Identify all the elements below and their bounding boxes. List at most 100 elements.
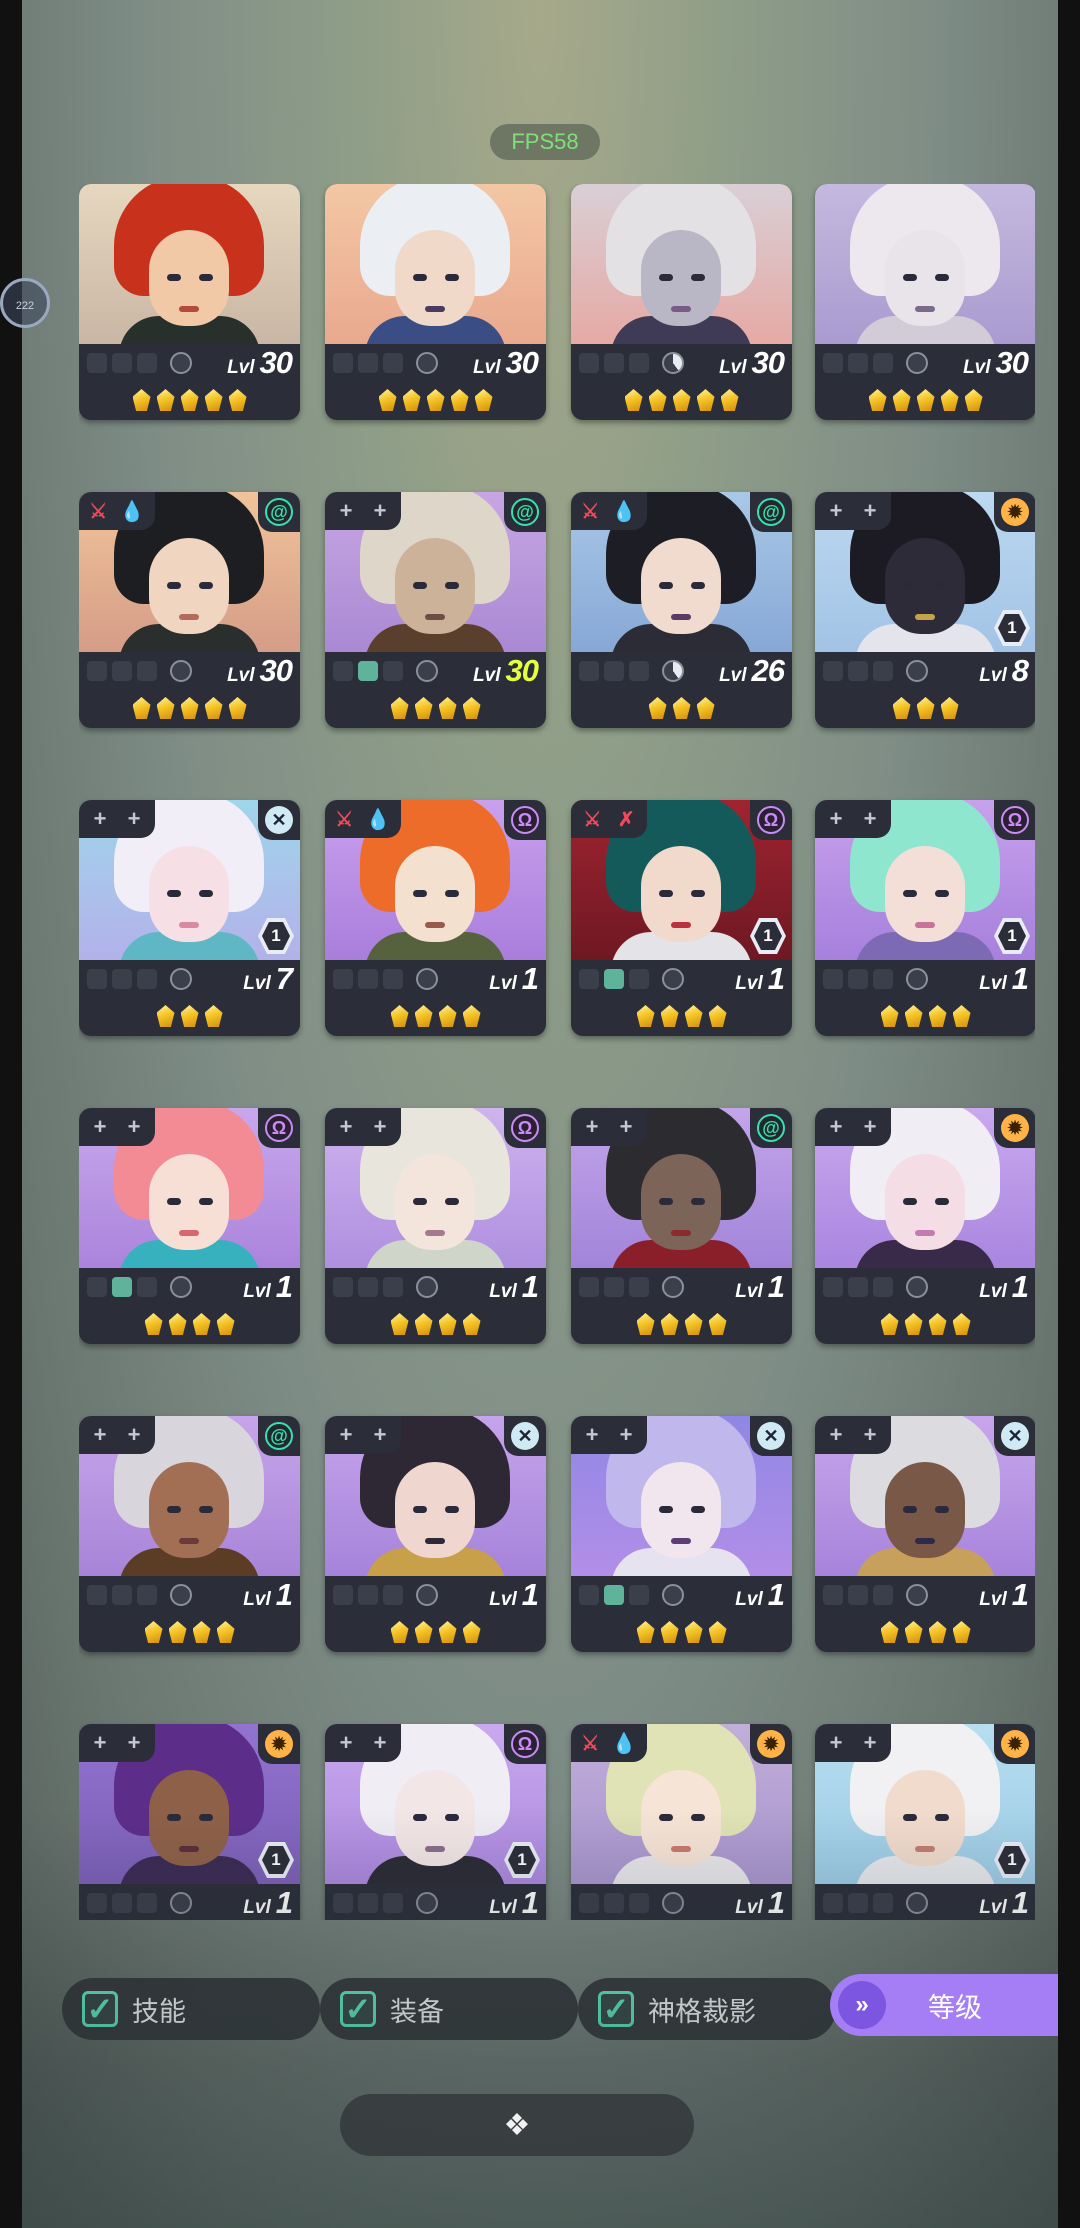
gold-gem-icon <box>684 1313 703 1335</box>
equipment-slot <box>137 353 157 373</box>
hero-badges: ⚔ ✗ <box>571 800 647 838</box>
checkbox-checked-icon[interactable]: ✓ <box>598 1991 634 2027</box>
filter-equipment[interactable]: ✓ 装备 <box>320 1978 578 2040</box>
hero-card[interactable]: + + ✕ 1 Lvl 7 <box>79 800 300 1036</box>
equipment-slot <box>333 353 353 373</box>
hero-card[interactable]: ⚔ 💧 Ω Lvl 1 <box>325 800 546 1036</box>
star-rating <box>79 382 300 418</box>
hero-card[interactable]: ⚔ 💧 @ Lvl 30 <box>79 492 300 728</box>
equipment-slot <box>333 661 353 681</box>
hero-card[interactable]: + + @ Lvl 1 <box>79 1416 300 1652</box>
hero-card[interactable]: + + @ Lvl 30 <box>325 492 546 728</box>
hero-eye <box>691 1198 705 1205</box>
hero-eye <box>445 890 459 897</box>
hero-lips <box>671 922 691 928</box>
gold-gem-icon <box>168 1313 187 1335</box>
floating-assist-ball[interactable]: 222 <box>0 278 50 328</box>
hero-card[interactable]: Lvl 30 <box>815 184 1035 420</box>
sort-by-level-button[interactable]: » 等级 <box>830 1974 1058 2036</box>
equipment-slot <box>333 1893 353 1913</box>
plus-icon: + <box>863 1422 877 1447</box>
hero-lips <box>671 1538 691 1544</box>
gold-gem-icon <box>426 389 445 411</box>
hero-eye <box>167 890 181 897</box>
progress-pie-icon <box>416 352 438 374</box>
level-number: 26 <box>751 653 785 688</box>
hero-card[interactable]: + + Ω 1 Lvl 1 <box>325 1724 546 1920</box>
hero-card[interactable]: + + ✹ 1 Lvl 8 <box>815 492 1035 728</box>
level-prefix: Lvl <box>735 973 763 994</box>
hero-eye <box>659 274 673 281</box>
gold-gem-icon <box>952 1313 971 1335</box>
plus-icon: + <box>829 1422 843 1447</box>
gold-gem-icon <box>438 697 457 719</box>
hero-card[interactable]: + + ✹ Lvl 1 <box>815 1108 1035 1344</box>
star-rating <box>571 1306 792 1342</box>
equipment-slot <box>823 969 843 989</box>
level-number: 1 <box>767 961 785 996</box>
hero-stat-bar: Lvl 1 <box>571 1268 792 1306</box>
equipment-slot <box>137 969 157 989</box>
omega-faction-icon: Ω <box>511 806 539 834</box>
hero-card[interactable]: ⚔ 💧 @ Lvl 26 <box>571 492 792 728</box>
hero-card[interactable]: + + Ω Lvl 1 <box>79 1108 300 1344</box>
faction-badge: @ <box>258 1416 300 1456</box>
filter-divine-shadow[interactable]: ✓ 神格裁影 <box>578 1978 836 2040</box>
star-rating <box>325 998 546 1034</box>
gold-gem-icon <box>438 1621 457 1643</box>
hero-eye <box>903 890 917 897</box>
level-prefix: Lvl <box>243 973 271 994</box>
hero-card[interactable]: + + ✕ Lvl 1 <box>325 1416 546 1652</box>
tier-number: 1 <box>262 922 290 950</box>
hero-card[interactable]: + + ✹ 1 Lvl 1 <box>815 1724 1035 1920</box>
checkbox-checked-icon[interactable]: ✓ <box>82 1991 118 2027</box>
gold-gem-icon <box>180 697 199 719</box>
hero-badges: + + <box>79 1724 155 1762</box>
progress-pie-icon <box>170 1276 192 1298</box>
level-number: 30 <box>995 345 1029 380</box>
hero-card[interactable]: + + ✹ 1 Lvl 1 <box>79 1724 300 1920</box>
equipment-slot <box>629 1893 649 1913</box>
hero-card[interactable]: + + Ω 1 Lvl 1 <box>815 800 1035 1036</box>
checkbox-checked-icon[interactable]: ✓ <box>340 1991 376 2027</box>
equipment-slot <box>629 1585 649 1605</box>
gold-gem-icon <box>684 1621 703 1643</box>
equipment-slot <box>848 353 868 373</box>
level-prefix: Lvl <box>735 1281 763 1302</box>
equipment-slot <box>87 1277 107 1297</box>
gold-gem-icon <box>438 1005 457 1027</box>
equipment-slot <box>873 1585 893 1605</box>
level-prefix: Lvl <box>227 357 255 378</box>
gold-gem-icon <box>928 1313 947 1335</box>
sword-icon: ⚔ <box>335 808 354 831</box>
faction-badge: Ω <box>994 800 1035 840</box>
level-prefix: Lvl <box>489 973 517 994</box>
hero-card[interactable]: Lvl 30 <box>325 184 546 420</box>
hero-eye <box>659 1506 673 1513</box>
hero-card[interactable]: + + ✕ Lvl 1 <box>815 1416 1035 1652</box>
equipment-slot <box>848 969 868 989</box>
hero-card[interactable]: + + Ω Lvl 1 <box>325 1108 546 1344</box>
level-number: 1 <box>767 1269 785 1304</box>
hero-badges: + + <box>571 1416 647 1454</box>
hero-stat-bar: Lvl 7 <box>79 960 300 998</box>
plus-icon: + <box>93 806 107 831</box>
hero-eye <box>167 1506 181 1513</box>
hero-card[interactable]: Lvl 30 <box>571 184 792 420</box>
filter-skill[interactable]: ✓ 技能 <box>62 1978 320 2040</box>
hero-stat-bar: Lvl 30 <box>815 344 1035 382</box>
hero-card[interactable]: ⚔ ✗ Ω 1 Lvl 1 <box>571 800 792 1036</box>
hero-badges: + + <box>325 492 401 530</box>
omega-faction-icon: Ω <box>511 1114 539 1142</box>
faction-badge: @ <box>750 1108 792 1148</box>
hero-card[interactable]: ⚔ 💧 ✹ Lvl 1 <box>571 1724 792 1920</box>
plus-icon: + <box>339 1730 353 1755</box>
bottom-menu-button[interactable]: ❖ <box>340 2094 694 2156</box>
hero-card[interactable]: Lvl 30 <box>79 184 300 420</box>
gold-gem-icon <box>952 1621 971 1643</box>
faction-badge: ✕ <box>994 1416 1035 1456</box>
hero-card[interactable]: + + @ Lvl 1 <box>571 1108 792 1344</box>
level-prefix: Lvl <box>963 357 991 378</box>
hero-card[interactable]: + + ✕ Lvl 1 <box>571 1416 792 1652</box>
level-prefix: Lvl <box>979 1897 1007 1918</box>
